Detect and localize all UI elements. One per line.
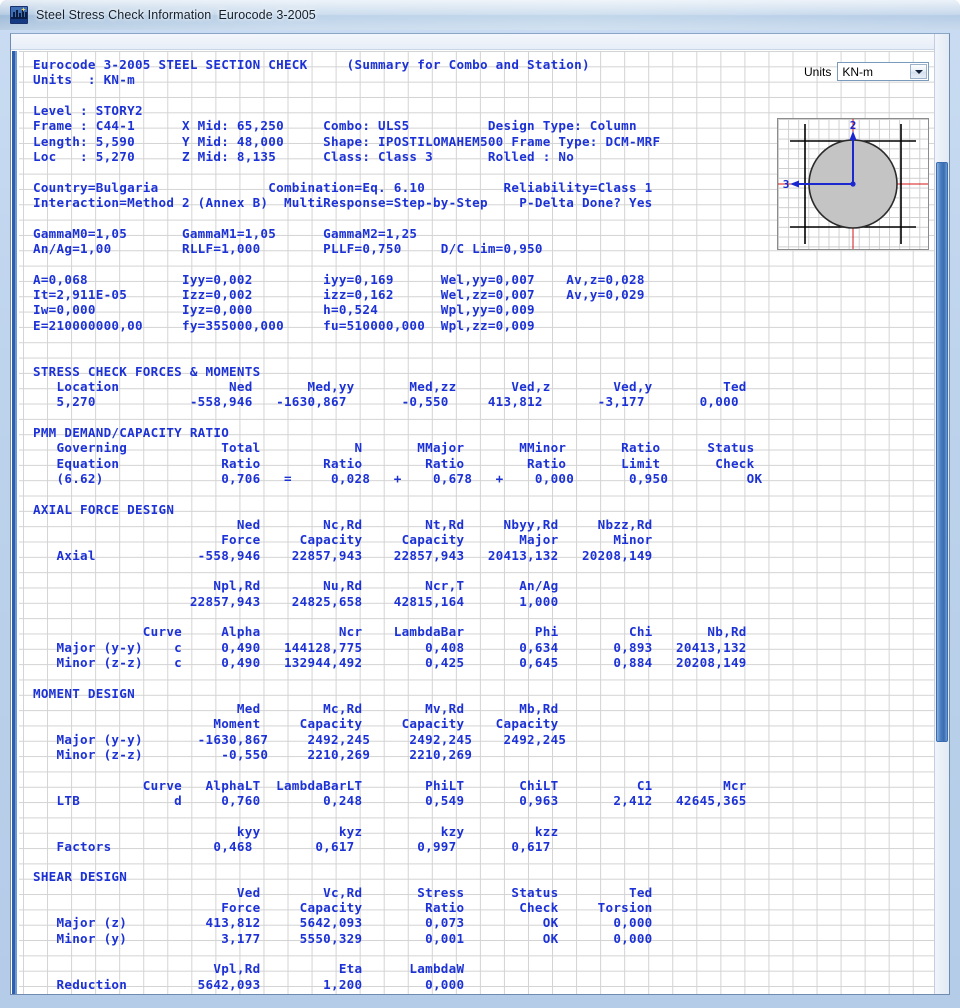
report-line: Ned Nc,Rd Nt,Rd Nbyy,Rd Nbzz,Rd (33, 516, 653, 532)
report-line: Iw=0,000 Iyz=0,000 h=0,524 Wpl,yy=0,009 (33, 302, 535, 318)
units-dropdown[interactable]: KN-m (837, 62, 930, 81)
window-title: Steel Stress Check Information Eurocode … (36, 8, 316, 22)
report-line: 5,270 -558,946 -1630,867 -0,550 413,812 … (33, 394, 739, 410)
report-line: Equation Ratio Ratio Ratio Ratio Limit C… (33, 455, 755, 471)
report-line: Units : KN-m (33, 72, 135, 88)
report-line: PMM DEMAND/CAPACITY RATIO (33, 424, 230, 440)
units-selected-value: KN-m (842, 64, 874, 79)
report-line: Governing Total N MMajor MMinor Ratio St… (33, 440, 755, 456)
report-line: MOMENT DESIGN (33, 685, 135, 701)
report-line: STRESS CHECK FORCES & MOMENTS (33, 363, 261, 379)
report-line: Major (y-y) -1630,867 2492,245 2492,245 … (33, 731, 567, 747)
report-line: Major (y-y) c 0,490 144128,775 0,408 0,6… (33, 639, 747, 655)
report-line: Force Capacity Capacity Major Minor (33, 532, 653, 548)
report-line: Reduction 5642,093 1,200 0,000 (33, 976, 465, 992)
report-line: LTB d 0,760 0,248 0,549 0,963 2,412 4264… (33, 792, 747, 808)
report-line: Axial -558,946 22857,943 22857,943 20413… (33, 547, 653, 563)
report-line: AXIAL FORCE DESIGN (33, 501, 175, 517)
application-window: Steel Stress Check Information Eurocode … (0, 0, 960, 1008)
report-line: kyy kyz kzy kzz (33, 823, 559, 839)
vertical-scrollbar-thumb[interactable] (936, 162, 948, 742)
report-line: Moment Capacity Capacity Capacity (33, 716, 559, 732)
vertical-scrollbar[interactable] (934, 34, 949, 994)
report-line: Med Mc,Rd Mv,Rd Mb,Rd (33, 700, 559, 716)
report-line: Minor (z-z) -0,550 2210,269 2210,269 (33, 746, 473, 762)
units-label: Units (804, 64, 832, 79)
report-line: Interaction=Method 2 (Annex B) MultiResp… (33, 194, 653, 210)
report-line: GammaM0=1,05 GammaM1=1,05 GammaM2=1,25 (33, 225, 418, 241)
axis-label-2: 2 (850, 119, 857, 132)
report-line: Level : STORY2 (33, 102, 143, 118)
report-line: Ved Vc,Rd Stress Status Ted (33, 884, 653, 900)
toolbar-strip (11, 34, 949, 50)
report-line: Force Capacity Ratio Check Torsion (33, 900, 653, 916)
units-selector[interactable]: Units KN-m (804, 62, 930, 81)
report-line: A=0,068 Iyy=0,002 iyy=0,169 Wel,yy=0,007… (33, 271, 645, 287)
report-line: Npl,Rd Nu,Rd Ncr,T An/Ag (33, 578, 559, 594)
report-line: (6.62) 0,706 = 0,028 + 0,678 + 0,000 0,9… (33, 470, 763, 486)
report-line: Loc : 5,270 Z Mid: 8,135 Class: Class 3 … (33, 148, 575, 164)
report-line: E=210000000,00 fy=355000,000 fu=510000,0… (33, 317, 535, 333)
report-line: Minor (z-z) c 0,490 132944,492 0,425 0,6… (33, 654, 747, 670)
report-line: Frame : C44-1 X Mid: 65,250 Combo: ULS5 … (33, 118, 637, 134)
report-line: Vpl,Rd Eta LambdaW (33, 961, 465, 977)
title-bar-content: Steel Stress Check Information Eurocode … (10, 0, 316, 30)
report-line: Minor (y) 3,177 5550,329 0,001 OK 0,000 (33, 930, 653, 946)
report-line: Country=Bulgaria Combination=Eq. 6.10 Re… (33, 179, 653, 195)
section-preview: 2 3 (777, 118, 929, 250)
report-line: Major (z) 413,812 5642,093 0,073 OK 0,00… (33, 915, 653, 931)
report-line: 22857,943 24825,658 42815,164 1,000 (33, 593, 559, 609)
report-line: Length: 5,590 Y Mid: 48,000 Shape: IPOST… (33, 133, 661, 149)
report-line: Location Ned Med,yy Med,zz Ved,z Ved,y T… (33, 378, 747, 394)
axis-label-3: 3 (783, 178, 790, 191)
report-line: Curve Alpha Ncr LambdaBar Phi Chi Nb,Rd (33, 624, 747, 640)
building-icon (10, 6, 28, 24)
report-line: It=2,911E-05 Izz=0,002 izz=0,162 Wel,zz=… (33, 286, 645, 302)
section-shape-diagram: 2 3 (778, 119, 928, 249)
report-line: Factors 0,468 0,617 0,997 0,617 (33, 838, 551, 854)
report-line: SHEAR DESIGN (33, 869, 128, 885)
client-area: Eurocode 3-2005 STEEL SECTION CHECK (Sum… (10, 33, 950, 995)
report-line: Eurocode 3-2005 STEEL SECTION CHECK (Sum… (33, 57, 590, 72)
title-bar[interactable]: Steel Stress Check Information Eurocode … (0, 0, 960, 30)
report-line: An/Ag=1,00 RLLF=1,000 PLLF=0,750 D/C Lim… (33, 240, 543, 256)
report-line: Curve AlphaLT LambdaBarLT PhiLT ChiLT C1… (33, 777, 747, 793)
chevron-down-icon[interactable] (910, 64, 928, 79)
